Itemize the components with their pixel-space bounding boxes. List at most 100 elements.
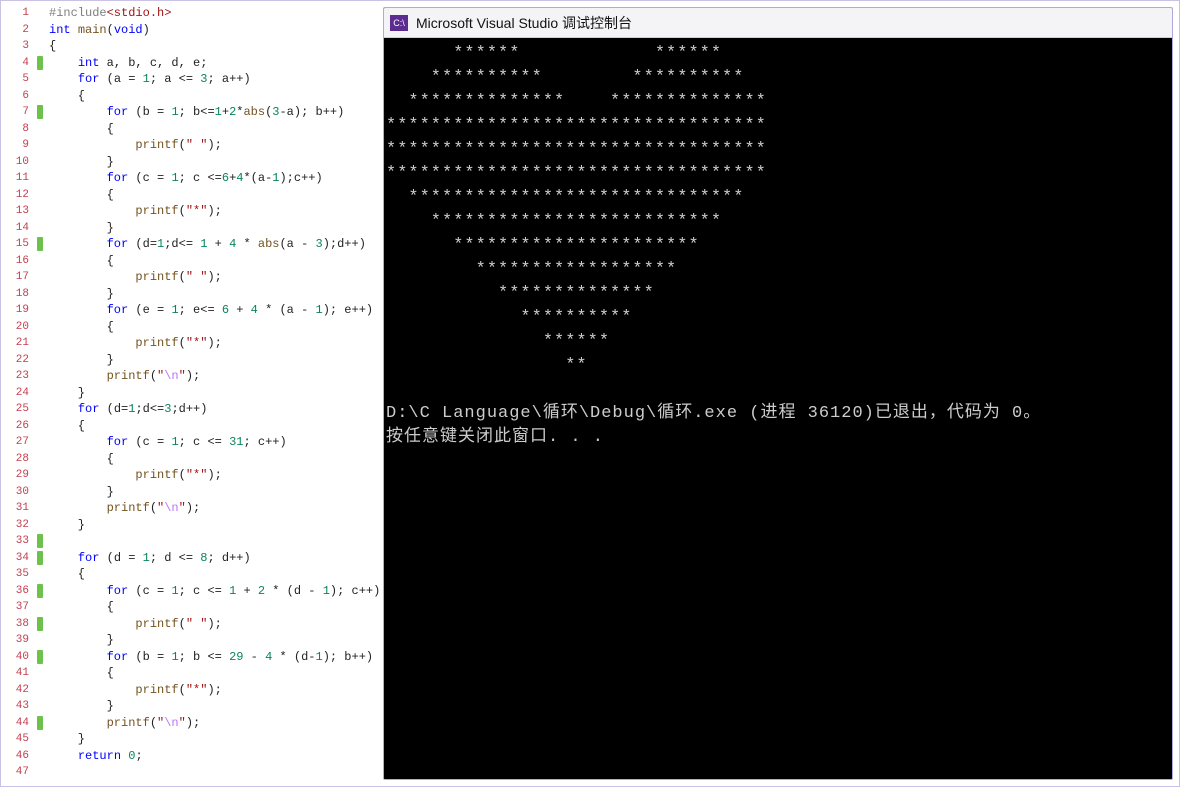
code-line[interactable]: for (d=1;d<= 1 + 4 * abs(a - 3);d++)	[49, 236, 380, 253]
line-number: 31	[1, 500, 43, 517]
app-root: 1234567891011121314151617181920212223242…	[0, 0, 1180, 787]
code-line[interactable]: printf("*");	[49, 682, 380, 699]
line-number: 44	[1, 715, 43, 732]
line-number: 27	[1, 434, 43, 451]
code-line[interactable]: {	[49, 451, 380, 468]
line-number: 30	[1, 484, 43, 501]
line-number: 15	[1, 236, 43, 253]
code-line[interactable]: }	[49, 698, 380, 715]
code-line[interactable]: {	[49, 566, 380, 583]
line-number-gutter: 1234567891011121314151617181920212223242…	[1, 1, 43, 786]
line-number: 18	[1, 286, 43, 303]
line-number: 9	[1, 137, 43, 154]
line-number: 25	[1, 401, 43, 418]
console-titlebar[interactable]: C:\ Microsoft Visual Studio 调试控制台	[384, 8, 1172, 38]
code-line[interactable]: printf(" ");	[49, 137, 380, 154]
code-line[interactable]: for (b = 1; b <= 29 - 4 * (d-1); b++)	[49, 649, 380, 666]
line-number: 14	[1, 220, 43, 237]
line-number: 10	[1, 154, 43, 171]
code-line[interactable]: }	[49, 517, 380, 534]
line-number: 42	[1, 682, 43, 699]
code-line[interactable]: }	[49, 484, 380, 501]
code-line[interactable]: {	[49, 418, 380, 435]
code-line[interactable]: for (d = 1; d <= 8; d++)	[49, 550, 380, 567]
code-line[interactable]: printf(" ");	[49, 616, 380, 633]
line-number: 29	[1, 467, 43, 484]
code-line[interactable]	[49, 533, 380, 550]
code-line[interactable]: printf("*");	[49, 467, 380, 484]
code-line[interactable]: for (d=1;d<=3;d++)	[49, 401, 380, 418]
line-number: 37	[1, 599, 43, 616]
code-line[interactable]: printf("*");	[49, 203, 380, 220]
line-number: 4	[1, 55, 43, 72]
line-number: 46	[1, 748, 43, 765]
line-number: 11	[1, 170, 43, 187]
line-number: 28	[1, 451, 43, 468]
code-line[interactable]: {	[49, 38, 380, 55]
line-number: 3	[1, 38, 43, 55]
console-window: C:\ Microsoft Visual Studio 调试控制台 ******…	[383, 7, 1173, 780]
console-wrap: C:\ Microsoft Visual Studio 调试控制台 ******…	[379, 1, 1179, 786]
code-line[interactable]: {	[49, 319, 380, 336]
code-line[interactable]	[49, 764, 380, 781]
code-line[interactable]: return 0;	[49, 748, 380, 765]
code-line[interactable]: }	[49, 154, 380, 171]
console-title: Microsoft Visual Studio 调试控制台	[416, 13, 632, 33]
line-number: 8	[1, 121, 43, 138]
line-number: 20	[1, 319, 43, 336]
code-editor[interactable]: 1234567891011121314151617181920212223242…	[1, 1, 379, 786]
code-area[interactable]: #include<stdio.h>int main(void){ int a, …	[43, 1, 380, 786]
code-line[interactable]: printf("\n");	[49, 715, 380, 732]
code-line[interactable]: for (a = 1; a <= 3; a++)	[49, 71, 380, 88]
line-number: 23	[1, 368, 43, 385]
code-line[interactable]: printf(" ");	[49, 269, 380, 286]
line-number: 17	[1, 269, 43, 286]
code-line[interactable]: {	[49, 121, 380, 138]
code-line[interactable]: int main(void)	[49, 22, 380, 39]
line-number: 21	[1, 335, 43, 352]
line-number: 36	[1, 583, 43, 600]
line-number: 6	[1, 88, 43, 105]
code-line[interactable]: for (b = 1; b<=1+2*abs(3-a); b++)	[49, 104, 380, 121]
code-line[interactable]: }	[49, 286, 380, 303]
code-line[interactable]: }	[49, 731, 380, 748]
line-number: 19	[1, 302, 43, 319]
code-line[interactable]: {	[49, 599, 380, 616]
line-number: 2	[1, 22, 43, 39]
code-line[interactable]: int a, b, c, d, e;	[49, 55, 380, 72]
code-line[interactable]: }	[49, 220, 380, 237]
line-number: 13	[1, 203, 43, 220]
line-number: 33	[1, 533, 43, 550]
code-line[interactable]: for (c = 1; c <=6+4*(a-1);c++)	[49, 170, 380, 187]
code-line[interactable]: {	[49, 253, 380, 270]
code-line[interactable]: {	[49, 187, 380, 204]
code-line[interactable]: {	[49, 665, 380, 682]
console-output[interactable]: ****** ****** ********** ********** ****…	[384, 38, 1172, 779]
line-number: 34	[1, 550, 43, 567]
code-line[interactable]: }	[49, 385, 380, 402]
line-number: 24	[1, 385, 43, 402]
line-number: 45	[1, 731, 43, 748]
line-number: 43	[1, 698, 43, 715]
code-line[interactable]: }	[49, 632, 380, 649]
code-line[interactable]: for (e = 1; e<= 6 + 4 * (a - 1); e++)	[49, 302, 380, 319]
line-number: 40	[1, 649, 43, 666]
code-line[interactable]: printf("*");	[49, 335, 380, 352]
code-line[interactable]: for (c = 1; c <= 31; c++)	[49, 434, 380, 451]
line-number: 26	[1, 418, 43, 435]
line-number: 7	[1, 104, 43, 121]
code-line[interactable]: for (c = 1; c <= 1 + 2 * (d - 1); c++)	[49, 583, 380, 600]
code-line[interactable]: #include<stdio.h>	[49, 5, 380, 22]
line-number: 47	[1, 764, 43, 781]
line-number: 16	[1, 253, 43, 270]
line-number: 32	[1, 517, 43, 534]
line-number: 39	[1, 632, 43, 649]
line-number: 38	[1, 616, 43, 633]
code-line[interactable]: }	[49, 352, 380, 369]
line-number: 41	[1, 665, 43, 682]
line-number: 22	[1, 352, 43, 369]
code-line[interactable]: printf("\n");	[49, 500, 380, 517]
code-line[interactable]: {	[49, 88, 380, 105]
console-icon: C:\	[390, 15, 408, 31]
code-line[interactable]: printf("\n");	[49, 368, 380, 385]
